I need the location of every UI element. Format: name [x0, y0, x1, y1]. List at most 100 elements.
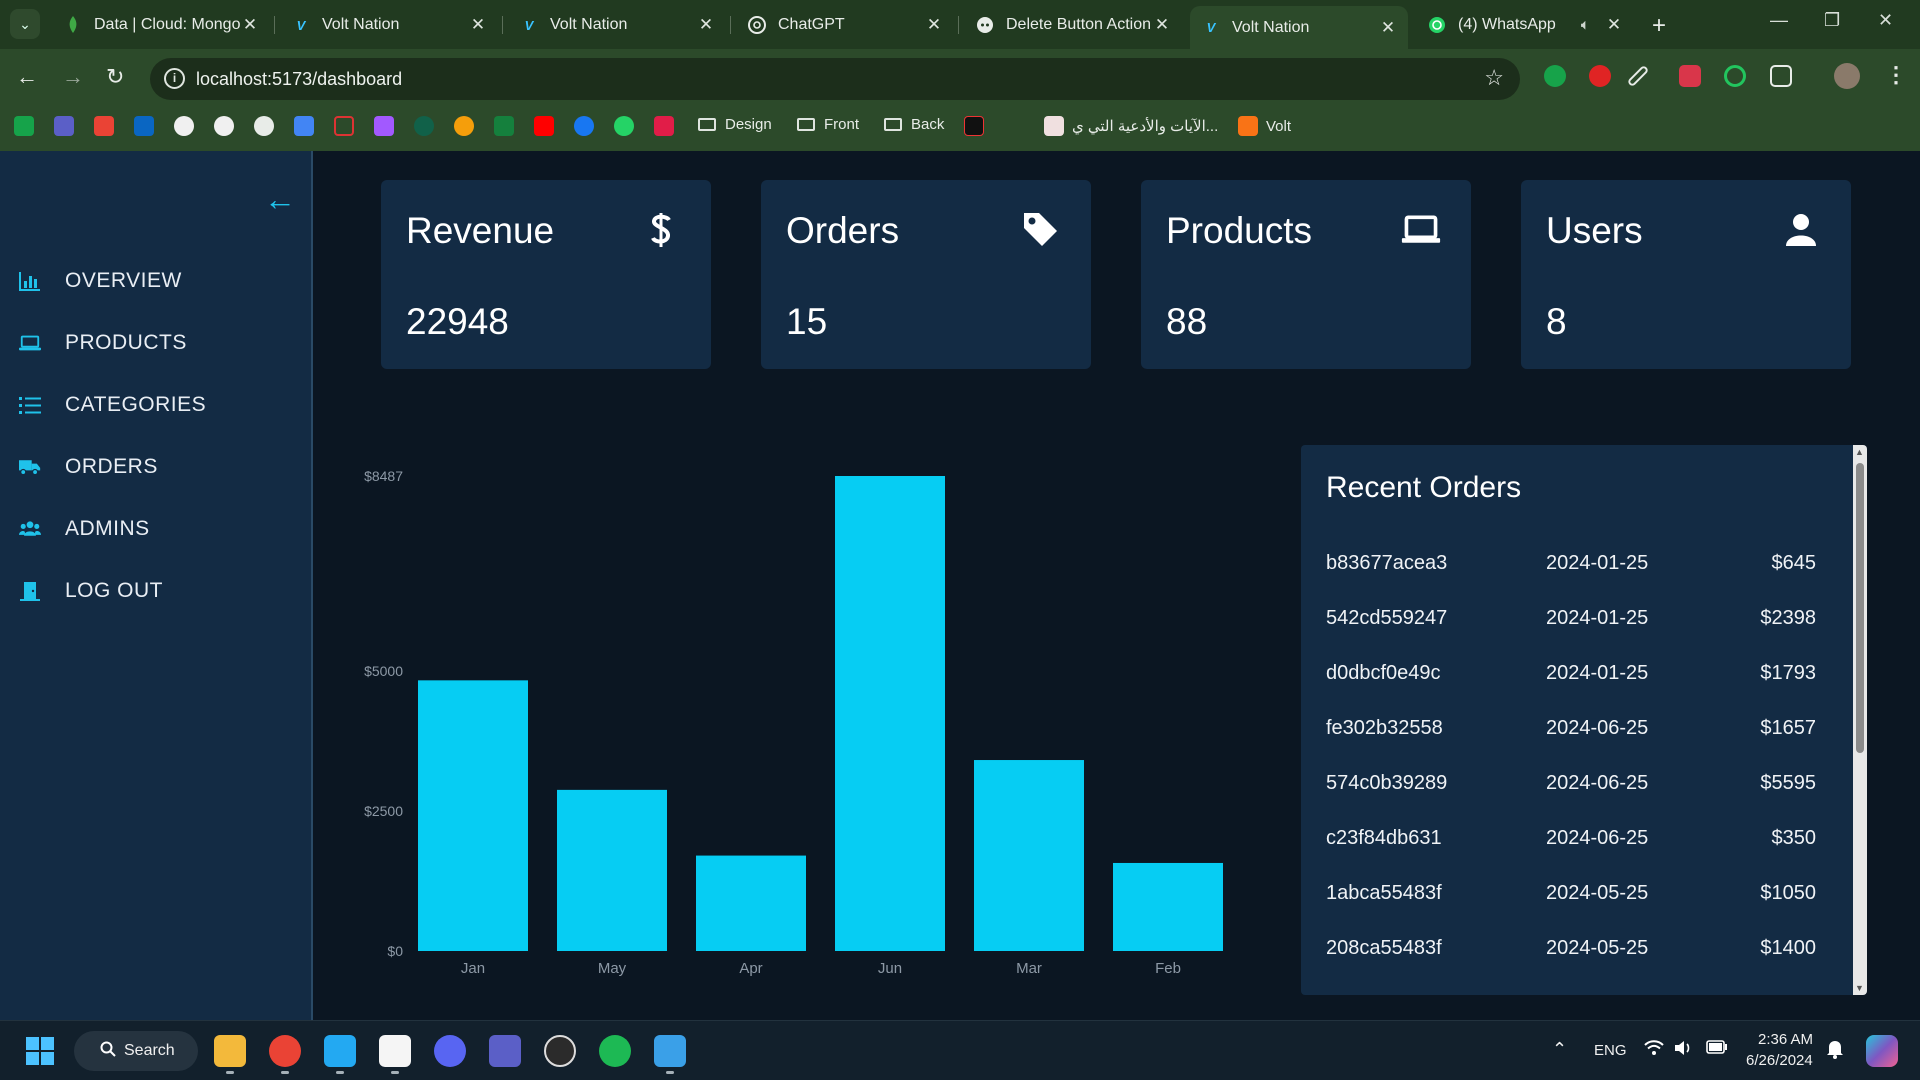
copilot-icon[interactable] — [1866, 1035, 1898, 1067]
download-icon[interactable] — [654, 116, 674, 136]
github-icon[interactable] — [174, 116, 194, 136]
whatsapp-bookmark-icon[interactable] — [614, 116, 634, 136]
profile-avatar[interactable] — [1834, 63, 1860, 89]
gmail-icon[interactable] — [94, 116, 114, 136]
chart-bar[interactable] — [418, 680, 528, 951]
browser-tab[interactable]: ChatGPT ✕ — [736, 8, 954, 42]
volt-icon: V — [1206, 20, 1216, 35]
bookmark-link-arabic[interactable]: الآيات والأدعية التي ي... — [1044, 116, 1218, 136]
browser-tab[interactable]: Data | Cloud: MongoDB ✕ — [52, 8, 270, 42]
youtube-icon[interactable] — [534, 116, 554, 136]
top-icon[interactable] — [1004, 116, 1024, 136]
sidebar-item-overview[interactable]: OVERVIEW — [19, 266, 182, 296]
close-icon[interactable]: ✕ — [240, 15, 260, 35]
browser-tab-active[interactable]: V Volt Nation ✕ — [1190, 6, 1408, 49]
close-icon[interactable]: ✕ — [1604, 15, 1624, 35]
chart-bar[interactable] — [974, 760, 1084, 951]
discord-icon[interactable] — [434, 1035, 466, 1067]
chart-bar[interactable] — [1113, 862, 1223, 951]
extensions-puzzle-icon[interactable] — [1770, 65, 1792, 87]
wifi-icon[interactable] — [1644, 1040, 1664, 1060]
collapse-sidebar-arrow-icon[interactable]: ← — [264, 181, 296, 218]
alam-icon[interactable] — [494, 116, 514, 136]
orders-scrollbar[interactable]: ▲ ▼ — [1853, 445, 1867, 995]
scroll-down-arrow-icon[interactable]: ▼ — [1855, 983, 1864, 993]
close-icon[interactable]: ✕ — [696, 15, 716, 35]
tab-search-button[interactable]: ⌄ — [10, 9, 40, 39]
bookmark-star-icon[interactable]: ☆ — [1484, 65, 1504, 91]
forward-icon[interactable]: → — [62, 64, 84, 90]
sidebar-item-products[interactable]: PRODUCTS — [19, 328, 187, 358]
bot-icon[interactable] — [254, 116, 274, 136]
triangle-logo-icon[interactable] — [454, 116, 474, 136]
close-icon[interactable]: ✕ — [468, 15, 488, 35]
mongodb-bookmark-icon[interactable] — [414, 116, 434, 136]
extension-eye-icon[interactable] — [1544, 65, 1566, 87]
language-indicator[interactable]: ENG — [1594, 1042, 1627, 1059]
windows-start-icon[interactable] — [26, 1037, 54, 1065]
close-icon[interactable]: ✕ — [924, 15, 944, 35]
bookmark-folder-back[interactable]: Back — [884, 116, 944, 133]
new-tab-button[interactable]: + — [1652, 12, 1666, 40]
teams-icon[interactable] — [54, 116, 74, 136]
close-icon[interactable]: ✕ — [1378, 18, 1398, 38]
facebook-icon[interactable] — [574, 116, 594, 136]
volume-icon[interactable] — [1674, 1040, 1694, 1060]
bookmark-folder-design[interactable]: Design — [698, 116, 772, 133]
minimize-icon[interactable]: — — [1770, 10, 1788, 31]
window-close-icon[interactable]: ✕ — [1878, 10, 1893, 31]
speaker-icon[interactable]: 🔈︎ — [1576, 16, 1594, 34]
close-icon[interactable]: ✕ — [1152, 15, 1172, 35]
browser-tab[interactable]: (4) WhatsApp 🔈︎ ✕ — [1416, 8, 1634, 42]
figma-icon[interactable] — [374, 116, 394, 136]
chrome-icon[interactable] — [269, 1035, 301, 1067]
linkedin-icon[interactable] — [134, 116, 154, 136]
back-icon[interactable]: ← — [16, 64, 38, 90]
chart-bar[interactable] — [835, 476, 945, 951]
chart-bar[interactable] — [696, 855, 806, 951]
more-menu-icon[interactable]: ⋮ — [1885, 62, 1907, 88]
battery-icon[interactable] — [1706, 1040, 1728, 1058]
site-info-icon[interactable]: i — [164, 68, 185, 89]
address-bar[interactable]: i localhost:5173/dashboard ☆ — [150, 58, 1520, 100]
clock-date[interactable]: 6/26/2024 — [1746, 1052, 1813, 1069]
tool-icon[interactable] — [334, 116, 354, 136]
extension-grid-icon[interactable] — [1679, 65, 1701, 87]
scrollbar-thumb[interactable] — [1856, 463, 1864, 753]
notion-icon[interactable] — [379, 1035, 411, 1067]
bookmark-folder-front[interactable]: Front — [797, 116, 859, 133]
notepad-icon[interactable] — [654, 1035, 686, 1067]
chatgpt-bookmark-icon[interactable] — [214, 116, 234, 136]
taskbar-search[interactable]: Search — [74, 1031, 198, 1071]
extension-hand-icon[interactable] — [1589, 65, 1611, 87]
chart-bar[interactable] — [557, 789, 667, 951]
sidebar-item-orders[interactable]: ORDERS — [19, 452, 158, 482]
bookmark-folder-label: Front — [824, 116, 860, 133]
teams-icon[interactable] — [489, 1035, 521, 1067]
eyedropper-icon[interactable] — [1626, 64, 1650, 88]
tray-chevron-up-icon[interactable]: ⌃ — [1552, 1039, 1567, 1060]
sidebar-item-logout[interactable]: LOG OUT — [19, 576, 163, 606]
file-explorer-icon[interactable] — [214, 1035, 246, 1067]
restore-icon[interactable]: ❐ — [1824, 10, 1840, 31]
sheets-icon[interactable] — [14, 116, 34, 136]
sidebar-item-admins[interactable]: ADMINS — [19, 514, 150, 544]
volt-icon: V — [296, 17, 306, 33]
ed-icon[interactable] — [964, 116, 984, 136]
browser-tab[interactable]: Delete Button Action ✕ — [964, 8, 1182, 42]
spotify-icon[interactable] — [599, 1035, 631, 1067]
scroll-up-arrow-icon[interactable]: ▲ — [1855, 447, 1864, 457]
browser-tab[interactable]: V Volt Nation ✕ — [508, 8, 726, 42]
clock-time[interactable]: 2:36 AM — [1758, 1031, 1813, 1048]
browser-tab[interactable]: V Volt Nation ✕ — [280, 8, 498, 42]
vscode-icon[interactable] — [324, 1035, 356, 1067]
browser-tab-bar: ⌄ Data | Cloud: MongoDB ✕ V Volt Nation … — [0, 0, 1920, 49]
sidebar-item-categories[interactable]: CATEGORIES — [19, 390, 206, 420]
bookmark-link-volt[interactable]: Volt — [1238, 116, 1291, 136]
reload-icon[interactable]: ↻ — [106, 64, 124, 90]
order-row: d0dbcf0e49c 2024-01-25 $1793 — [1326, 662, 1816, 692]
notification-bell-icon[interactable] — [1826, 1039, 1844, 1063]
obs-icon[interactable] — [544, 1035, 576, 1067]
extension-target-icon[interactable] — [1724, 65, 1746, 87]
translate-icon[interactable] — [294, 116, 314, 136]
